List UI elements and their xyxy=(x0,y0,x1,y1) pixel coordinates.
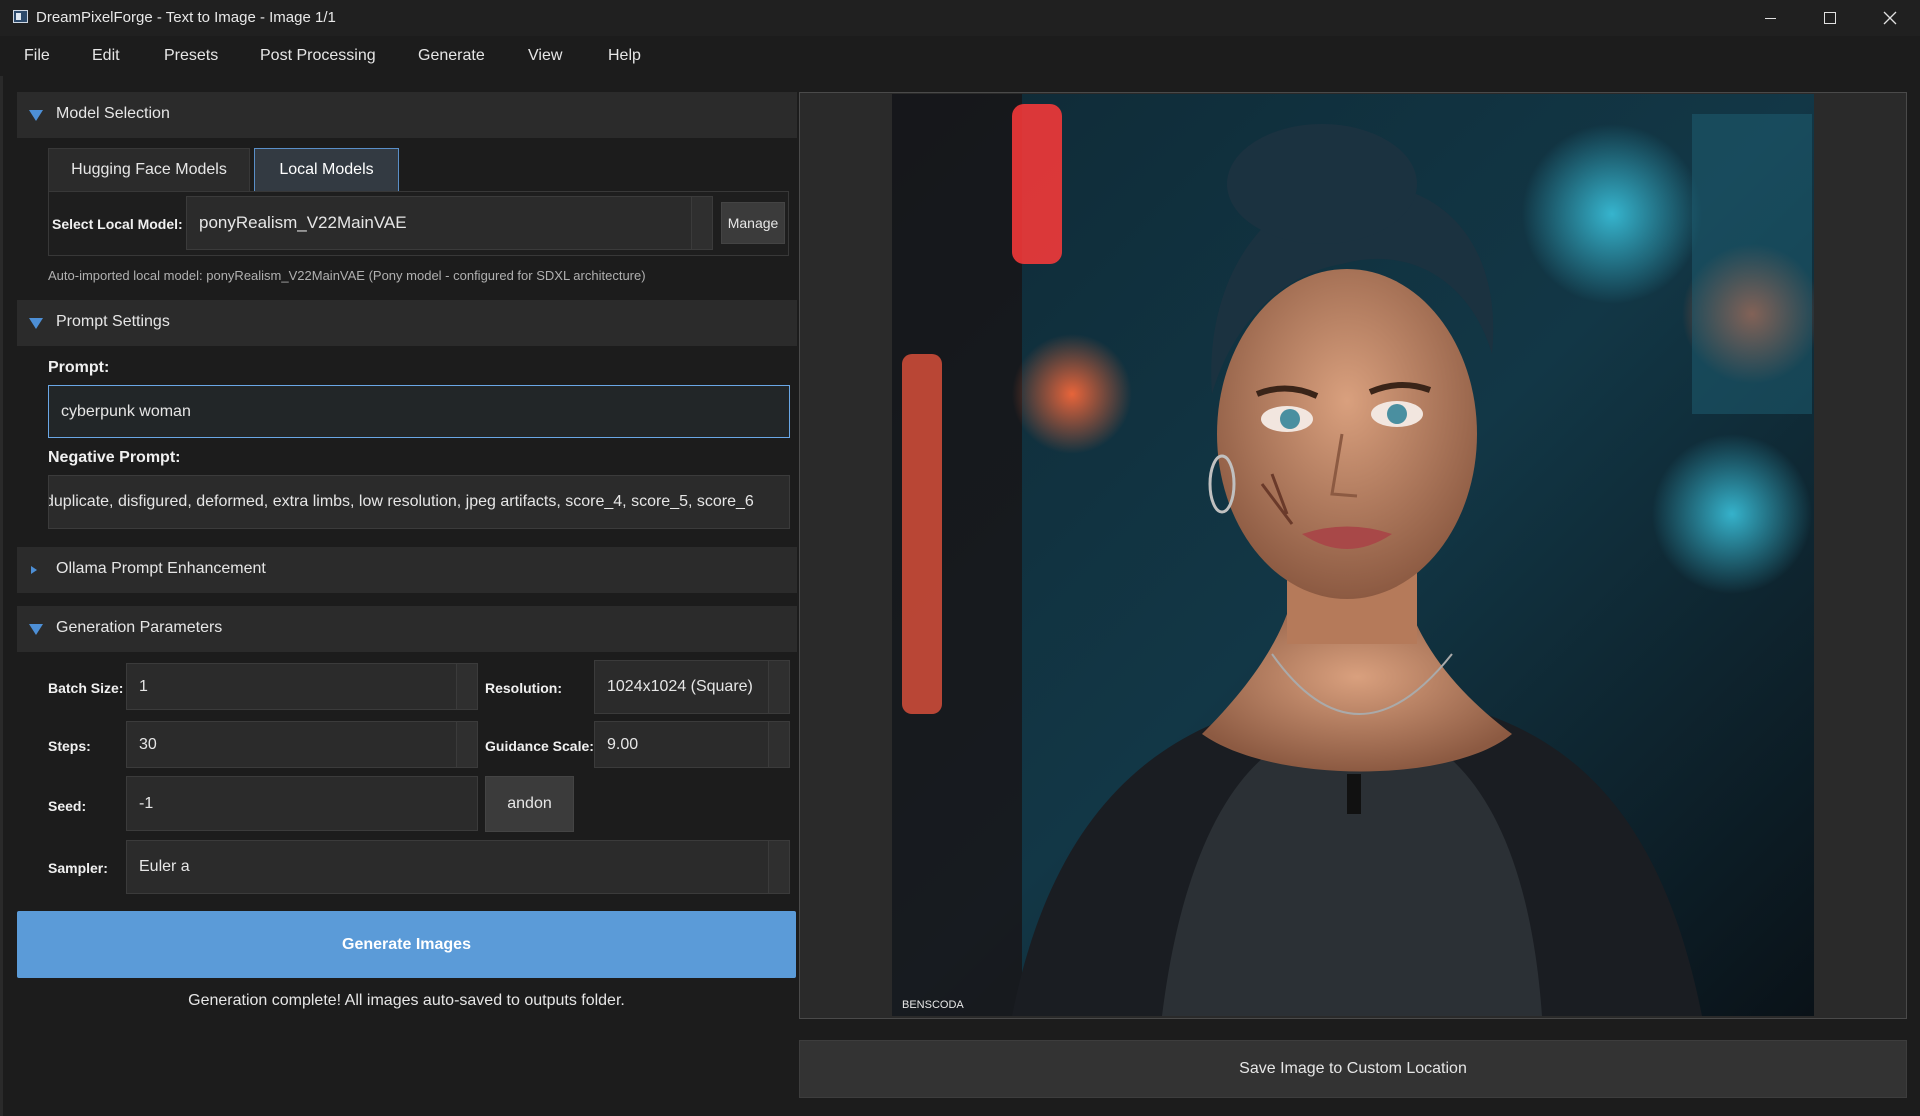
model-selection-header[interactable]: Model Selection xyxy=(17,92,797,138)
window-title: DreamPixelForge - Text to Image - Image … xyxy=(36,9,336,26)
spin-buttons[interactable] xyxy=(456,722,477,767)
dropdown-arrow xyxy=(768,841,789,893)
select-local-model-label: Select Local Model: xyxy=(52,216,183,232)
menu-edit[interactable]: Edit xyxy=(92,47,120,65)
maximize-icon xyxy=(1824,12,1836,24)
batch-size-spinbox[interactable]: 1 xyxy=(126,663,478,710)
model-note: Auto-imported local model: ponyRealism_V… xyxy=(48,268,646,283)
generation-parameters-title: Generation Parameters xyxy=(56,619,223,636)
model-selection-title: Model Selection xyxy=(56,105,170,122)
dropdown-arrow xyxy=(691,197,712,249)
spin-buttons[interactable] xyxy=(768,722,789,767)
tab-hugging-face-models[interactable]: Hugging Face Models xyxy=(48,148,250,191)
negative-prompt-value: duplicate, disfigured, deformed, extra l… xyxy=(48,493,754,510)
seed-value: -1 xyxy=(139,794,154,812)
local-model-dropdown[interactable]: ponyRealism_V22MainVAE xyxy=(186,196,713,250)
menu-view[interactable]: View xyxy=(528,47,562,65)
dropdown-arrow xyxy=(768,661,789,713)
ollama-title: Ollama Prompt Enhancement xyxy=(56,560,266,577)
close-button[interactable] xyxy=(1860,0,1920,36)
ollama-header[interactable]: Ollama Prompt Enhancement xyxy=(17,547,797,593)
prompt-value: cyberpunk woman xyxy=(61,402,191,420)
menu-generate[interactable]: Generate xyxy=(418,47,485,65)
collapse-arrow-icon xyxy=(29,110,43,121)
menu-presets[interactable]: Presets xyxy=(164,47,218,65)
seed-input[interactable]: -1 xyxy=(126,776,478,831)
guidance-scale-label: Guidance Scale: xyxy=(485,738,594,754)
guidance-scale-value: 9.00 xyxy=(607,735,639,753)
random-seed-button[interactable]: andon xyxy=(485,776,574,832)
negative-prompt-input[interactable]: duplicate, disfigured, deformed, extra l… xyxy=(48,475,790,529)
batch-size-label: Batch Size: xyxy=(48,680,124,696)
menu-help[interactable]: Help xyxy=(608,47,641,65)
portrait-illustration: BENSCODA xyxy=(892,94,1814,1016)
tab-local-models[interactable]: Local Models xyxy=(254,148,399,191)
title-bar: DreamPixelForge - Text to Image - Image … xyxy=(0,0,1920,36)
prompt-input[interactable]: cyberpunk woman xyxy=(48,385,790,438)
generated-image: BENSCODA xyxy=(892,94,1814,1016)
status-text: Generation complete! All images auto-sav… xyxy=(188,992,625,1009)
menu-post-processing[interactable]: Post Processing xyxy=(260,47,376,65)
resolution-value: 1024x1024 (Square) xyxy=(607,678,753,695)
minimize-button[interactable] xyxy=(1740,0,1800,36)
sampler-value: Euler a xyxy=(139,858,190,875)
sampler-dropdown[interactable]: Euler a xyxy=(126,840,790,894)
guidance-scale-spinbox[interactable]: 9.00 xyxy=(594,721,790,768)
manage-button[interactable]: Manage xyxy=(721,202,785,244)
steps-label: Steps: xyxy=(48,738,91,754)
seed-label: Seed: xyxy=(48,798,87,814)
menu-bar: File Edit Presets Post Processing Genera… xyxy=(0,40,1920,74)
menu-file[interactable]: File xyxy=(24,47,50,65)
prompt-settings-title: Prompt Settings xyxy=(56,313,170,330)
batch-size-value: 1 xyxy=(139,677,148,695)
steps-value: 30 xyxy=(139,735,157,753)
generation-parameters-header[interactable]: Generation Parameters xyxy=(17,606,797,652)
close-icon xyxy=(1883,11,1897,25)
resolution-dropdown[interactable]: 1024x1024 (Square) xyxy=(594,660,790,714)
prompt-label: Prompt: xyxy=(48,359,110,376)
save-image-button[interactable]: Save Image to Custom Location xyxy=(799,1040,1907,1098)
maximize-button[interactable] xyxy=(1800,0,1860,36)
image-watermark: BENSCODA xyxy=(902,999,964,1011)
sampler-label: Sampler: xyxy=(48,860,108,876)
resolution-label: Resolution: xyxy=(485,680,562,696)
negative-prompt-label: Negative Prompt: xyxy=(48,449,181,466)
generate-images-button[interactable]: Generate Images xyxy=(17,911,796,978)
minimize-icon xyxy=(1764,17,1776,19)
selected-model-value: ponyRealism_V22MainVAE xyxy=(199,213,407,232)
collapse-arrow-icon xyxy=(29,624,43,635)
steps-spinbox[interactable]: 30 xyxy=(126,721,478,768)
collapse-arrow-icon xyxy=(29,318,43,329)
prompt-settings-header[interactable]: Prompt Settings xyxy=(17,300,797,346)
spin-buttons[interactable] xyxy=(456,664,477,709)
left-edge xyxy=(0,76,3,1116)
app-icon xyxy=(13,10,28,23)
expand-arrow-icon xyxy=(31,566,37,574)
